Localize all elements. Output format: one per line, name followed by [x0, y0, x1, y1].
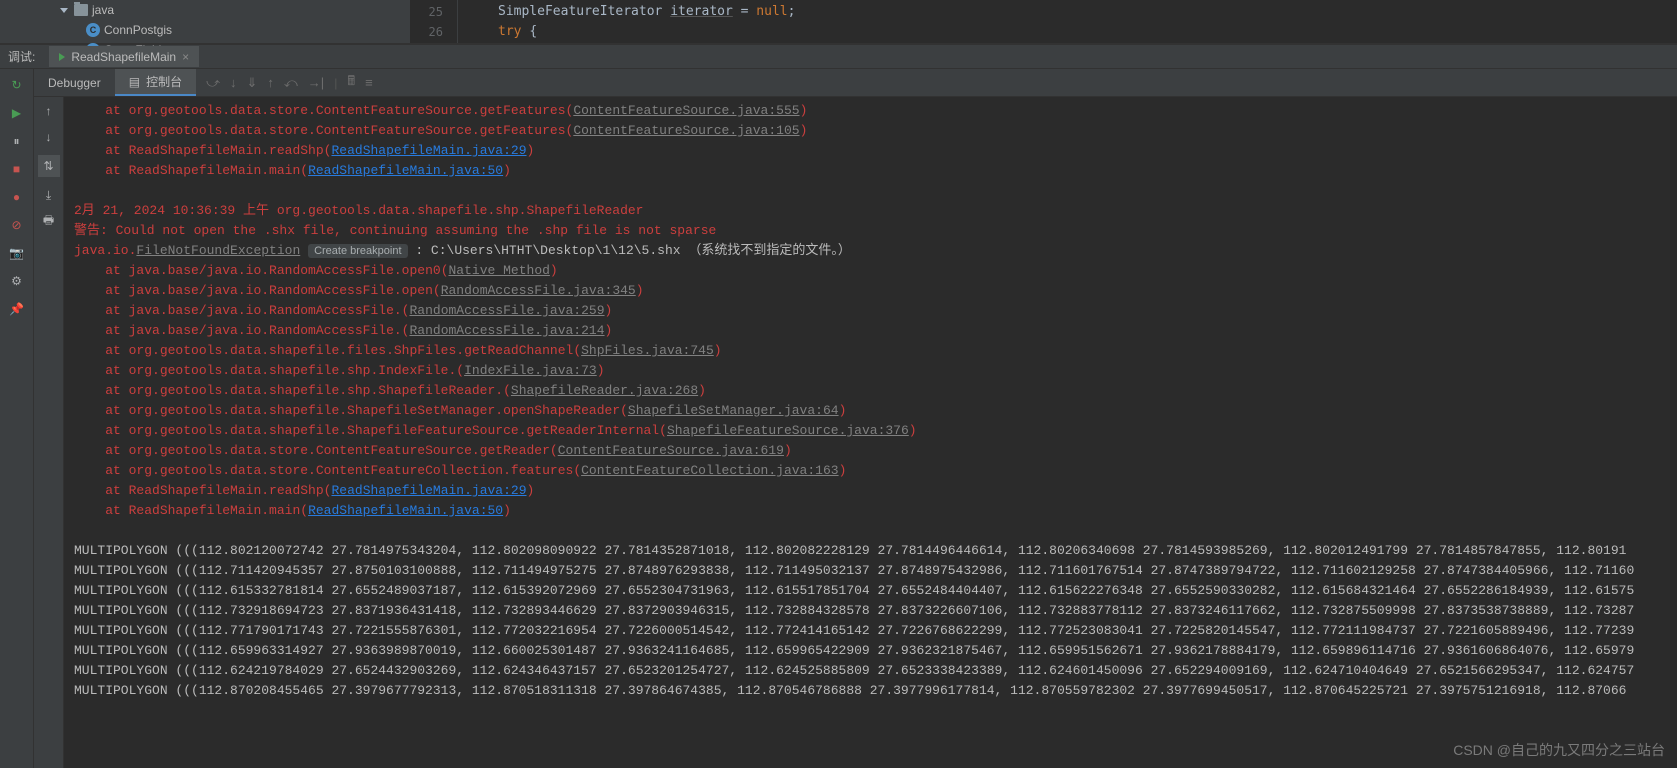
step-into-icon[interactable]: ↓: [230, 75, 237, 90]
class-icon: C: [86, 23, 100, 37]
breakpoints-icon[interactable]: ●: [9, 189, 25, 205]
editor-content[interactable]: SimpleFeatureIterator iterator = null; t…: [458, 0, 1677, 43]
run-config-name: ReadShapefileMain: [71, 50, 176, 64]
tab-label: 控制台: [146, 73, 182, 90]
debug-label: 调试:: [8, 48, 45, 65]
mute-breakpoints-icon[interactable]: ⊘: [9, 217, 25, 233]
settings-icon[interactable]: ⚙: [9, 273, 25, 289]
editor-gutter: 25 26: [410, 0, 458, 43]
console-output[interactable]: at org.geotools.data.store.ContentFeatur…: [64, 97, 1677, 768]
step-out-icon[interactable]: ↑: [267, 75, 274, 90]
debug-left-toolbar: ↻ ▶ ⏸ ■ ● ⊘ 📷 ⚙ 📌: [0, 69, 34, 768]
step-toolbar: ⤻ ↓ ⇓ ↑ ⤺ →| | 🖩 ≡: [196, 69, 373, 96]
tab-debugger[interactable]: Debugger: [34, 69, 115, 96]
project-tree: java C ConnPostgis C ConstField: [0, 0, 410, 43]
debug-panel: ↻ ▶ ⏸ ■ ● ⊘ 📷 ⚙ 📌 Debugger ▤ 控制台 ⤻ ↓ ⇓ ↑…: [0, 69, 1677, 768]
debug-tab-row: Debugger ▤ 控制台 ⤻ ↓ ⇓ ↑ ⤺ →| | 🖩 ≡: [34, 69, 1677, 97]
run-to-cursor-icon[interactable]: →|: [308, 75, 324, 90]
force-step-into-icon[interactable]: ⇓: [246, 75, 257, 91]
line-number: 25: [410, 2, 443, 22]
tab-console[interactable]: ▤ 控制台: [115, 69, 196, 96]
debug-run-tab[interactable]: ReadShapefileMain ×: [49, 46, 199, 67]
console-toolbar: ↑ ↓ ⇅ ⤓ 🖶: [34, 97, 64, 768]
rerun-icon[interactable]: ↻: [9, 77, 25, 93]
console-icon: ▤: [129, 75, 140, 89]
chevron-down-icon: [60, 8, 68, 13]
code-line: try {: [498, 22, 1677, 42]
stop-icon[interactable]: ■: [9, 161, 25, 177]
scroll-end-icon[interactable]: ⤓: [41, 187, 57, 203]
resume-icon[interactable]: ▶: [9, 105, 25, 121]
up-stack-icon[interactable]: ↑: [41, 103, 57, 119]
soft-wrap-icon[interactable]: ⇅: [38, 155, 60, 177]
drop-frame-icon[interactable]: ⤺: [284, 75, 298, 91]
folder-label: java: [92, 3, 114, 17]
debug-content: Debugger ▤ 控制台 ⤻ ↓ ⇓ ↑ ⤺ →| | 🖩 ≡ ↑ ↓: [34, 69, 1677, 768]
close-icon[interactable]: ×: [182, 50, 189, 64]
evaluate-icon[interactable]: 🖩: [347, 72, 355, 94]
tab-label: Debugger: [48, 76, 101, 90]
folder-icon: [74, 4, 88, 16]
line-number: 26: [410, 22, 443, 42]
print-icon[interactable]: 🖶: [41, 213, 57, 229]
code-line: SimpleFeatureIterator iterator = null;: [498, 2, 1677, 22]
camera-icon[interactable]: 📷: [9, 245, 25, 261]
pin-icon[interactable]: 📌: [9, 301, 25, 317]
pause-icon[interactable]: ⏸: [9, 133, 25, 149]
top-row: java C ConnPostgis C ConstField 25 26 Si…: [0, 0, 1677, 44]
step-over-icon[interactable]: ⤻: [206, 75, 220, 91]
more-icon[interactable]: ≡: [365, 75, 373, 90]
console-wrap: ↑ ↓ ⇅ ⤓ 🖶 at org.geotools.data.store.Con…: [34, 97, 1677, 768]
tree-folder-java[interactable]: java: [60, 0, 410, 20]
editor[interactable]: 25 26 SimpleFeatureIterator iterator = n…: [410, 0, 1677, 43]
file-label: ConnPostgis: [104, 23, 172, 37]
down-stack-icon[interactable]: ↓: [41, 129, 57, 145]
tree-file-connpostgis[interactable]: C ConnPostgis: [60, 20, 410, 40]
run-icon: [59, 53, 65, 61]
